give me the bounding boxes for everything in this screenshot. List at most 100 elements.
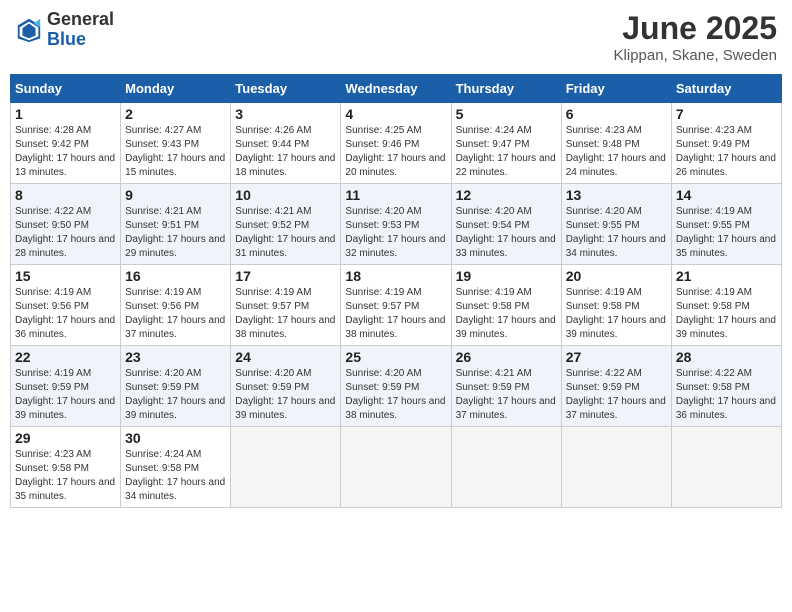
calendar-day-cell: 4 Sunrise: 4:25 AM Sunset: 9:46 PM Dayli… — [341, 103, 451, 184]
calendar-day-cell: 20 Sunrise: 4:19 AM Sunset: 9:58 PM Dayl… — [561, 265, 671, 346]
day-info: Sunrise: 4:23 AM Sunset: 9:48 PM Dayligh… — [566, 124, 667, 180]
calendar-day-cell: 14 Sunrise: 4:19 AM Sunset: 9:55 PM Dayl… — [671, 184, 781, 265]
calendar-day-cell — [671, 427, 781, 508]
day-number: 26 — [456, 349, 557, 365]
calendar-day-cell: 9 Sunrise: 4:21 AM Sunset: 9:51 PM Dayli… — [121, 184, 231, 265]
day-number: 7 — [676, 106, 777, 122]
day-number: 27 — [566, 349, 667, 365]
calendar-day-cell: 10 Sunrise: 4:21 AM Sunset: 9:52 PM Dayl… — [231, 184, 341, 265]
calendar-day-cell: 12 Sunrise: 4:20 AM Sunset: 9:54 PM Dayl… — [451, 184, 561, 265]
day-of-week-header: Wednesday — [341, 75, 451, 103]
day-info: Sunrise: 4:20 AM Sunset: 9:55 PM Dayligh… — [566, 205, 667, 261]
page-header: General Blue June 2025 Klippan, Skane, S… — [10, 10, 782, 64]
calendar-day-cell: 8 Sunrise: 4:22 AM Sunset: 9:50 PM Dayli… — [11, 184, 121, 265]
day-of-week-header: Thursday — [451, 75, 561, 103]
calendar-day-cell: 6 Sunrise: 4:23 AM Sunset: 9:48 PM Dayli… — [561, 103, 671, 184]
day-info: Sunrise: 4:20 AM Sunset: 9:59 PM Dayligh… — [345, 367, 446, 423]
day-info: Sunrise: 4:20 AM Sunset: 9:59 PM Dayligh… — [235, 367, 336, 423]
calendar-day-cell: 17 Sunrise: 4:19 AM Sunset: 9:57 PM Dayl… — [231, 265, 341, 346]
calendar-week-row: 1 Sunrise: 4:28 AM Sunset: 9:42 PM Dayli… — [11, 103, 782, 184]
day-number: 6 — [566, 106, 667, 122]
day-number: 10 — [235, 187, 336, 203]
day-number: 14 — [676, 187, 777, 203]
day-number: 22 — [15, 349, 116, 365]
calendar-day-cell — [341, 427, 451, 508]
day-number: 15 — [15, 268, 116, 284]
month-year-title: June 2025 — [614, 10, 777, 47]
day-of-week-header: Saturday — [671, 75, 781, 103]
day-info: Sunrise: 4:20 AM Sunset: 9:54 PM Dayligh… — [456, 205, 557, 261]
calendar-day-cell: 29 Sunrise: 4:23 AM Sunset: 9:58 PM Dayl… — [11, 427, 121, 508]
day-number: 5 — [456, 106, 557, 122]
title-block: June 2025 Klippan, Skane, Sweden — [614, 10, 777, 64]
day-info: Sunrise: 4:19 AM Sunset: 9:55 PM Dayligh… — [676, 205, 777, 261]
day-info: Sunrise: 4:22 AM Sunset: 9:58 PM Dayligh… — [676, 367, 777, 423]
day-info: Sunrise: 4:19 AM Sunset: 9:56 PM Dayligh… — [125, 286, 226, 342]
calendar-header-row: SundayMondayTuesdayWednesdayThursdayFrid… — [11, 75, 782, 103]
calendar-day-cell: 5 Sunrise: 4:24 AM Sunset: 9:47 PM Dayli… — [451, 103, 561, 184]
day-info: Sunrise: 4:19 AM Sunset: 9:57 PM Dayligh… — [235, 286, 336, 342]
day-info: Sunrise: 4:19 AM Sunset: 9:59 PM Dayligh… — [15, 367, 116, 423]
day-number: 13 — [566, 187, 667, 203]
logo-icon — [15, 16, 43, 44]
calendar-day-cell: 19 Sunrise: 4:19 AM Sunset: 9:58 PM Dayl… — [451, 265, 561, 346]
day-number: 24 — [235, 349, 336, 365]
calendar-day-cell: 13 Sunrise: 4:20 AM Sunset: 9:55 PM Dayl… — [561, 184, 671, 265]
calendar-week-row: 8 Sunrise: 4:22 AM Sunset: 9:50 PM Dayli… — [11, 184, 782, 265]
day-number: 11 — [345, 187, 446, 203]
day-number: 9 — [125, 187, 226, 203]
calendar-day-cell: 16 Sunrise: 4:19 AM Sunset: 9:56 PM Dayl… — [121, 265, 231, 346]
calendar-day-cell: 1 Sunrise: 4:28 AM Sunset: 9:42 PM Dayli… — [11, 103, 121, 184]
day-info: Sunrise: 4:23 AM Sunset: 9:58 PM Dayligh… — [15, 448, 116, 504]
day-of-week-header: Tuesday — [231, 75, 341, 103]
day-info: Sunrise: 4:22 AM Sunset: 9:50 PM Dayligh… — [15, 205, 116, 261]
calendar-day-cell — [231, 427, 341, 508]
calendar-table: SundayMondayTuesdayWednesdayThursdayFrid… — [10, 74, 782, 508]
calendar-day-cell: 11 Sunrise: 4:20 AM Sunset: 9:53 PM Dayl… — [341, 184, 451, 265]
calendar-day-cell: 30 Sunrise: 4:24 AM Sunset: 9:58 PM Dayl… — [121, 427, 231, 508]
calendar-day-cell: 26 Sunrise: 4:21 AM Sunset: 9:59 PM Dayl… — [451, 346, 561, 427]
day-number: 4 — [345, 106, 446, 122]
day-info: Sunrise: 4:19 AM Sunset: 9:58 PM Dayligh… — [456, 286, 557, 342]
calendar-day-cell: 28 Sunrise: 4:22 AM Sunset: 9:58 PM Dayl… — [671, 346, 781, 427]
calendar-week-row: 29 Sunrise: 4:23 AM Sunset: 9:58 PM Dayl… — [11, 427, 782, 508]
day-number: 20 — [566, 268, 667, 284]
day-info: Sunrise: 4:27 AM Sunset: 9:43 PM Dayligh… — [125, 124, 226, 180]
calendar-day-cell: 23 Sunrise: 4:20 AM Sunset: 9:59 PM Dayl… — [121, 346, 231, 427]
calendar-day-cell: 2 Sunrise: 4:27 AM Sunset: 9:43 PM Dayli… — [121, 103, 231, 184]
logo-general-text: General — [47, 10, 114, 30]
day-info: Sunrise: 4:21 AM Sunset: 9:59 PM Dayligh… — [456, 367, 557, 423]
day-info: Sunrise: 4:23 AM Sunset: 9:49 PM Dayligh… — [676, 124, 777, 180]
calendar-day-cell: 15 Sunrise: 4:19 AM Sunset: 9:56 PM Dayl… — [11, 265, 121, 346]
calendar-week-row: 15 Sunrise: 4:19 AM Sunset: 9:56 PM Dayl… — [11, 265, 782, 346]
day-number: 8 — [15, 187, 116, 203]
day-number: 19 — [456, 268, 557, 284]
day-info: Sunrise: 4:28 AM Sunset: 9:42 PM Dayligh… — [15, 124, 116, 180]
day-of-week-header: Sunday — [11, 75, 121, 103]
day-number: 16 — [125, 268, 226, 284]
calendar-day-cell: 21 Sunrise: 4:19 AM Sunset: 9:58 PM Dayl… — [671, 265, 781, 346]
location-subtitle: Klippan, Skane, Sweden — [614, 47, 777, 64]
logo-text: General Blue — [47, 10, 114, 50]
calendar-day-cell: 18 Sunrise: 4:19 AM Sunset: 9:57 PM Dayl… — [341, 265, 451, 346]
day-number: 1 — [15, 106, 116, 122]
day-info: Sunrise: 4:19 AM Sunset: 9:58 PM Dayligh… — [676, 286, 777, 342]
day-number: 25 — [345, 349, 446, 365]
day-info: Sunrise: 4:21 AM Sunset: 9:52 PM Dayligh… — [235, 205, 336, 261]
calendar-day-cell: 24 Sunrise: 4:20 AM Sunset: 9:59 PM Dayl… — [231, 346, 341, 427]
day-info: Sunrise: 4:22 AM Sunset: 9:59 PM Dayligh… — [566, 367, 667, 423]
day-number: 23 — [125, 349, 226, 365]
calendar-day-cell: 27 Sunrise: 4:22 AM Sunset: 9:59 PM Dayl… — [561, 346, 671, 427]
day-info: Sunrise: 4:24 AM Sunset: 9:58 PM Dayligh… — [125, 448, 226, 504]
calendar-day-cell: 25 Sunrise: 4:20 AM Sunset: 9:59 PM Dayl… — [341, 346, 451, 427]
day-info: Sunrise: 4:20 AM Sunset: 9:53 PM Dayligh… — [345, 205, 446, 261]
day-number: 12 — [456, 187, 557, 203]
day-number: 17 — [235, 268, 336, 284]
day-number: 21 — [676, 268, 777, 284]
day-info: Sunrise: 4:19 AM Sunset: 9:58 PM Dayligh… — [566, 286, 667, 342]
day-info: Sunrise: 4:24 AM Sunset: 9:47 PM Dayligh… — [456, 124, 557, 180]
calendar-day-cell: 3 Sunrise: 4:26 AM Sunset: 9:44 PM Dayli… — [231, 103, 341, 184]
day-info: Sunrise: 4:20 AM Sunset: 9:59 PM Dayligh… — [125, 367, 226, 423]
day-info: Sunrise: 4:19 AM Sunset: 9:56 PM Dayligh… — [15, 286, 116, 342]
day-number: 29 — [15, 430, 116, 446]
